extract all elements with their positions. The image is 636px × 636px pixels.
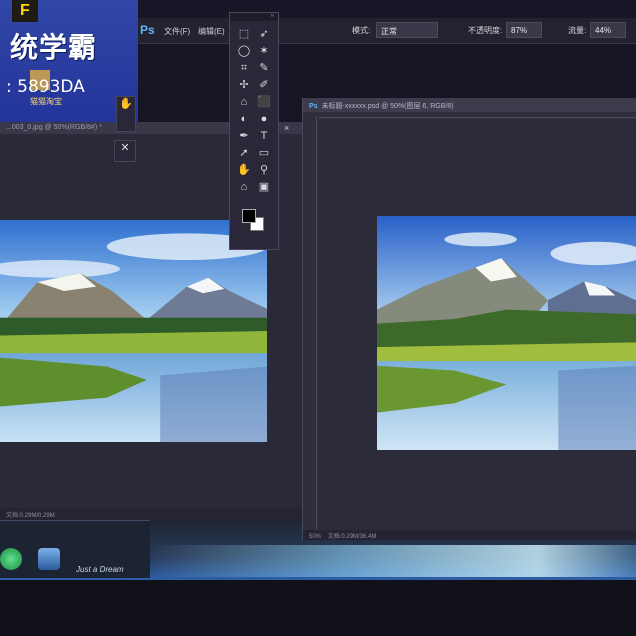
tool-icon: ✕ (120, 142, 130, 154)
flow-field[interactable]: 44% (590, 22, 626, 38)
desktop-wallpaper-light (150, 545, 636, 577)
opacity-field[interactable]: 87% (506, 22, 542, 38)
tool-icon[interactable]: ⌂ (236, 95, 252, 109)
right-document-tab[interactable]: Ps 未标题-xxxxxx.psd @ 50%(图层 6, RGB/8) (303, 98, 636, 112)
brand-title: 统学霸 (10, 31, 98, 64)
tool-icon[interactable]: ✋ (236, 163, 252, 177)
settings-tool-panel[interactable]: ✕ (114, 140, 136, 162)
right-document-title: 未标题-xxxxxx.psd @ 50%(图层 6, RGB/8) (321, 103, 454, 110)
tool-icon[interactable]: ▣ (256, 180, 272, 194)
desktop-window (0, 520, 150, 578)
landscape-photo-left (0, 220, 267, 442)
tool-icon[interactable]: ⌗ (236, 61, 252, 75)
brand-sub: 猫猫淘宝 (30, 97, 62, 106)
mode-select[interactable]: 正常 (376, 22, 438, 38)
tool-icon[interactable]: ✒ (236, 129, 252, 143)
brand-id: : 5893DA (6, 77, 85, 97)
zoom-level[interactable]: 50% (309, 534, 321, 540)
tool-icon[interactable]: ⬛ (256, 95, 272, 109)
left-document-status: 文档:0.29M/0.29M (0, 508, 306, 520)
options-bar: Ps 文件(F) 编辑(E) 模式: 正常 不透明度: 87% 流量: 44% (130, 18, 636, 44)
tool-icon[interactable]: ➚ (236, 146, 252, 160)
opacity-label: 不透明度: (468, 26, 503, 35)
tool-icon[interactable]: ✎ (256, 61, 272, 75)
tool-icon[interactable]: ◯ (236, 44, 252, 58)
tool-icon[interactable]: ⌂ (236, 180, 252, 194)
screen: Just a Dream ...003_0.jpg @ 50%(RGB/8#) … (0, 0, 636, 636)
photoshop-icon: Ps (140, 23, 155, 37)
close-icon[interactable]: × (284, 123, 289, 133)
tool-icon[interactable]: T (256, 129, 272, 143)
tools-panel: » ⬚ ➶ ◯ ✶ ⌗ ✎ ✢ ✐ ⌂ ⬛ ◐ ● ✒ T ➚ ▭ ✋ ⚲ ⌂ ▣ (229, 12, 279, 250)
horizontal-ruler[interactable] (319, 112, 636, 118)
tool-icon[interactable]: ● (256, 112, 272, 126)
tool-icon[interactable]: ⚲ (256, 163, 272, 177)
desktop-app-icon[interactable] (0, 548, 22, 570)
tool-icon[interactable]: ▭ (256, 146, 272, 160)
logo: F (12, 0, 38, 22)
tool-icon[interactable]: ⬚ (236, 27, 252, 41)
menu-edit[interactable]: 编辑(E) (198, 26, 225, 37)
menu-file[interactable]: 文件(F) (164, 26, 190, 37)
doc-size: 文档:0.29M/36.4M (327, 534, 377, 540)
tools-header[interactable]: » (230, 13, 278, 21)
foreground-color-swatch[interactable] (242, 209, 256, 223)
hand-tool-panel[interactable]: ✋ (116, 96, 136, 132)
tool-icon[interactable]: ◐ (236, 112, 252, 126)
tool-icon[interactable]: ✐ (256, 78, 272, 92)
desktop-image-icon[interactable] (38, 548, 60, 570)
right-document-status: 50% 文档:0.29M/36.4M (303, 530, 636, 540)
tool-icon[interactable]: ✢ (236, 78, 252, 92)
vertical-ruler[interactable] (307, 116, 317, 530)
desktop-note-text: Just a Dream (76, 565, 124, 574)
mode-label: 模式: (352, 26, 371, 35)
flow-label: 流量: (568, 26, 587, 35)
hand-icon: ✋ (119, 98, 133, 110)
logo-letter: F (20, 2, 30, 19)
tool-icon[interactable]: ➶ (256, 27, 272, 41)
tool-icon[interactable]: ✶ (256, 44, 272, 58)
landscape-photo-right (377, 216, 636, 450)
photoshop-icon: Ps (309, 103, 318, 110)
